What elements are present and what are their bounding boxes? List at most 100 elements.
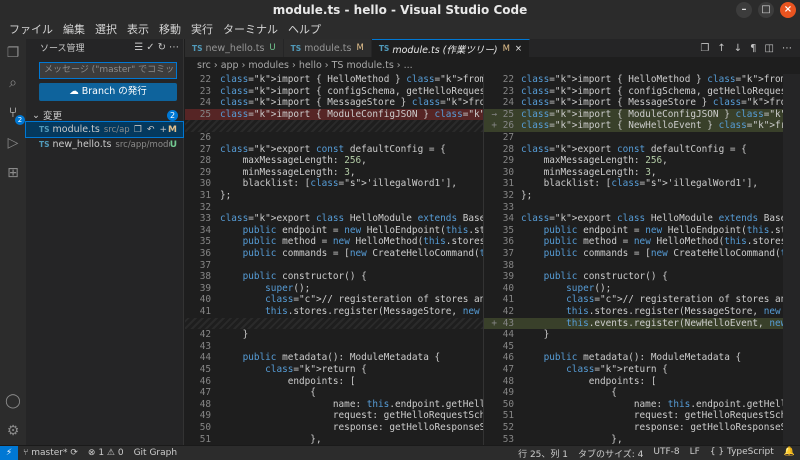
minimize-icon[interactable]: –: [736, 2, 752, 18]
original-code-line[interactable]: 49 request: getHelloRequestSchema,: [185, 410, 483, 422]
stage-changes-icon[interactable]: +: [159, 125, 168, 135]
modified-code-line[interactable]: 22 class="k">import { HelloMethod } class…: [484, 74, 800, 86]
modified-code-line[interactable]: 24 class="k">import { MessageStore } clas…: [484, 97, 800, 109]
original-code-line[interactable]: [185, 120, 483, 132]
search-icon[interactable]: ⌕: [3, 73, 23, 93]
settings-gear-icon[interactable]: ⚙: [3, 421, 23, 441]
modified-code-line[interactable]: 29 maxMessageLength: 256,: [484, 155, 800, 167]
modified-code-line[interactable]: 34 class="k">export class HelloModule ext…: [484, 213, 800, 225]
modified-code-line[interactable]: 46 public metadata(): ModuleMetadata {: [484, 352, 800, 364]
original-code-line[interactable]: 42 }: [185, 329, 483, 341]
view-as-list-icon[interactable]: ☰: [134, 42, 143, 53]
original-code-line[interactable]: 51 },: [185, 434, 483, 445]
original-code-line[interactable]: 44 public metadata(): ModuleMetadata {: [185, 352, 483, 364]
modified-code-line[interactable]: 47 class="k">return {: [484, 364, 800, 376]
diff-modified-pane[interactable]: 22 class="k">import { HelloMethod } class…: [483, 74, 800, 445]
branch-indicator[interactable]: ⑂ master* ⟳: [18, 448, 83, 458]
menu-run[interactable]: 実行: [186, 20, 218, 39]
account-icon[interactable]: ◯: [3, 391, 23, 411]
discard-changes-icon[interactable]: ↶: [147, 125, 156, 135]
maximize-icon[interactable]: □: [758, 2, 774, 18]
original-code-line[interactable]: 43: [185, 341, 483, 353]
refresh-icon[interactable]: ↻: [158, 42, 166, 53]
next-change-icon[interactable]: ↓: [734, 43, 742, 54]
changed-file-new-hello-ts[interactable]: TS new_hello.ts src/app/modules/... U: [26, 137, 183, 152]
menu-edit[interactable]: 編集: [58, 20, 90, 39]
modified-code-line[interactable]: 42 this.stores.register(MessageStore, ne…: [484, 306, 800, 318]
git-graph-button[interactable]: Git Graph: [129, 448, 182, 458]
original-code-line[interactable]: [185, 317, 483, 330]
original-code-line[interactable]: 23 class="k">import { configSchema, getHe…: [185, 86, 483, 98]
open-file-icon[interactable]: ❐: [700, 43, 709, 54]
changes-group-header[interactable]: ⌄ 変更 2: [26, 108, 183, 122]
tab-module-ts[interactable]: TS module.ts M: [283, 39, 372, 57]
modified-code-line[interactable]: 52 response: getHelloResponseSchema,: [484, 422, 800, 434]
tab-new-hello-ts[interactable]: TS new_hello.ts U: [185, 39, 284, 57]
run-debug-icon[interactable]: ▷: [3, 133, 23, 153]
original-code-line[interactable]: 26: [185, 132, 483, 144]
extensions-icon[interactable]: ⊞: [3, 163, 23, 183]
tab-module-ts-working-tree[interactable]: TS module.ts (作業ツリー) M ×: [371, 39, 531, 57]
modified-code-line[interactable]: 37 public commands = [new CreateHelloCom…: [484, 248, 800, 260]
source-control-icon[interactable]: ⑂ 2: [3, 103, 25, 125]
split-editor-icon[interactable]: ◫: [765, 43, 774, 54]
modified-code-line[interactable]: 31 blacklist: [class="s">'illegalWord1']…: [484, 178, 800, 190]
commit-check-icon[interactable]: ✓: [146, 42, 154, 53]
toggle-whitespace-icon[interactable]: ¶: [750, 43, 756, 54]
original-code-line[interactable]: 34 public endpoint = new HelloEndpoint(t…: [185, 225, 483, 237]
modified-code-line[interactable]: 53 },: [484, 434, 800, 445]
modified-code-line[interactable]: 35 public endpoint = new HelloEndpoint(t…: [484, 225, 800, 237]
modified-code-line[interactable]: 39 public constructor() {: [484, 271, 800, 283]
breadcrumb[interactable]: src › app › modules › hello › TS module.…: [185, 57, 800, 74]
original-code-line[interactable]: 30 blacklist: [class="s">'illegalWord1']…: [185, 178, 483, 190]
original-code-line[interactable]: 50 response: getHelloResponseSchema,: [185, 422, 483, 434]
original-code-line[interactable]: 35 public method = new HelloMethod(this.…: [185, 236, 483, 248]
original-code-line[interactable]: 33 class="k">export class HelloModule ext…: [185, 213, 483, 225]
modified-code-line[interactable]: 32};: [484, 190, 800, 202]
modified-code-line[interactable]: 41 class="c">// registeration of stores …: [484, 294, 800, 306]
original-code-line[interactable]: 32: [185, 202, 483, 214]
original-code-line[interactable]: 28 maxMessageLength: 256,: [185, 155, 483, 167]
modified-code-line[interactable]: 48 endpoints: [: [484, 376, 800, 388]
close-tab-icon[interactable]: ×: [515, 44, 522, 54]
original-code-line[interactable]: 27 class="k">export const defaultConfig =…: [185, 144, 483, 156]
menu-go[interactable]: 移動: [154, 20, 186, 39]
modified-code-line[interactable]: 38: [484, 260, 800, 272]
end-of-line[interactable]: LF: [685, 447, 705, 460]
remote-indicator-icon[interactable]: ⚡: [0, 445, 18, 460]
changed-file-module-ts[interactable]: TS module.ts src/app/... ❐ ↶ + M: [25, 121, 184, 138]
modified-code-line[interactable]: + 43 this.events.register(NewHelloEvent,…: [484, 317, 800, 330]
modified-code-line[interactable]: 51 request: getHelloRequestSchema,: [484, 410, 800, 422]
original-code-line[interactable]: 48 name: this.endpoint.getHello.name,: [185, 399, 483, 411]
modified-code-line[interactable]: 45: [484, 341, 800, 353]
commit-message-input[interactable]: メッセージ ("master" でコミット...: [39, 62, 177, 79]
modified-code-line[interactable]: 49 {: [484, 387, 800, 399]
tab-size[interactable]: タブのサイズ: 4: [573, 447, 648, 460]
minimap[interactable]: [783, 74, 800, 445]
original-code-line[interactable]: 31};: [185, 190, 483, 202]
encoding[interactable]: UTF-8: [648, 447, 684, 460]
modified-code-line[interactable]: 27: [484, 132, 800, 144]
modified-code-line[interactable]: + 26 class="k">import { NewHelloEvent } c…: [484, 120, 800, 132]
modified-code-line[interactable]: 30 minMessageLength: 3,: [484, 167, 800, 179]
problems-indicator[interactable]: ⊗ 1 ⚠ 0: [83, 448, 129, 458]
diff-original-pane[interactable]: 22 class="k">import { HelloMethod } class…: [185, 74, 483, 445]
original-code-line[interactable]: 38 public constructor() {: [185, 271, 483, 283]
original-code-line[interactable]: 46 endpoints: [: [185, 376, 483, 388]
language-mode[interactable]: { } TypeScript: [705, 447, 779, 460]
original-code-line[interactable]: 45 class="k">return {: [185, 364, 483, 376]
modified-code-line[interactable]: 44 }: [484, 329, 800, 341]
original-code-line[interactable]: 47 {: [185, 387, 483, 399]
modified-code-line[interactable]: 50 name: this.endpoint.getHello.name,: [484, 399, 800, 411]
modified-code-line[interactable]: 33: [484, 202, 800, 214]
original-code-line[interactable]: 36 public commands = [new CreateHelloCom…: [185, 248, 483, 260]
original-code-line[interactable]: 41 this.stores.register(MessageStore, ne…: [185, 306, 483, 318]
original-code-line[interactable]: 25 class="k">import { ModuleConfigJSON } …: [185, 108, 483, 121]
more-actions-icon[interactable]: ⋯: [169, 42, 179, 53]
original-code-line[interactable]: 22 class="k">import { HelloMethod } class…: [185, 74, 483, 86]
explorer-icon[interactable]: ❐: [3, 43, 23, 63]
original-code-line[interactable]: 40 class="c">// registeration of stores …: [185, 294, 483, 306]
original-code-line[interactable]: 29 minMessageLength: 3,: [185, 167, 483, 179]
more-actions-icon[interactable]: ⋯: [782, 43, 792, 54]
notifications-bell-icon[interactable]: 🔔: [779, 447, 800, 460]
